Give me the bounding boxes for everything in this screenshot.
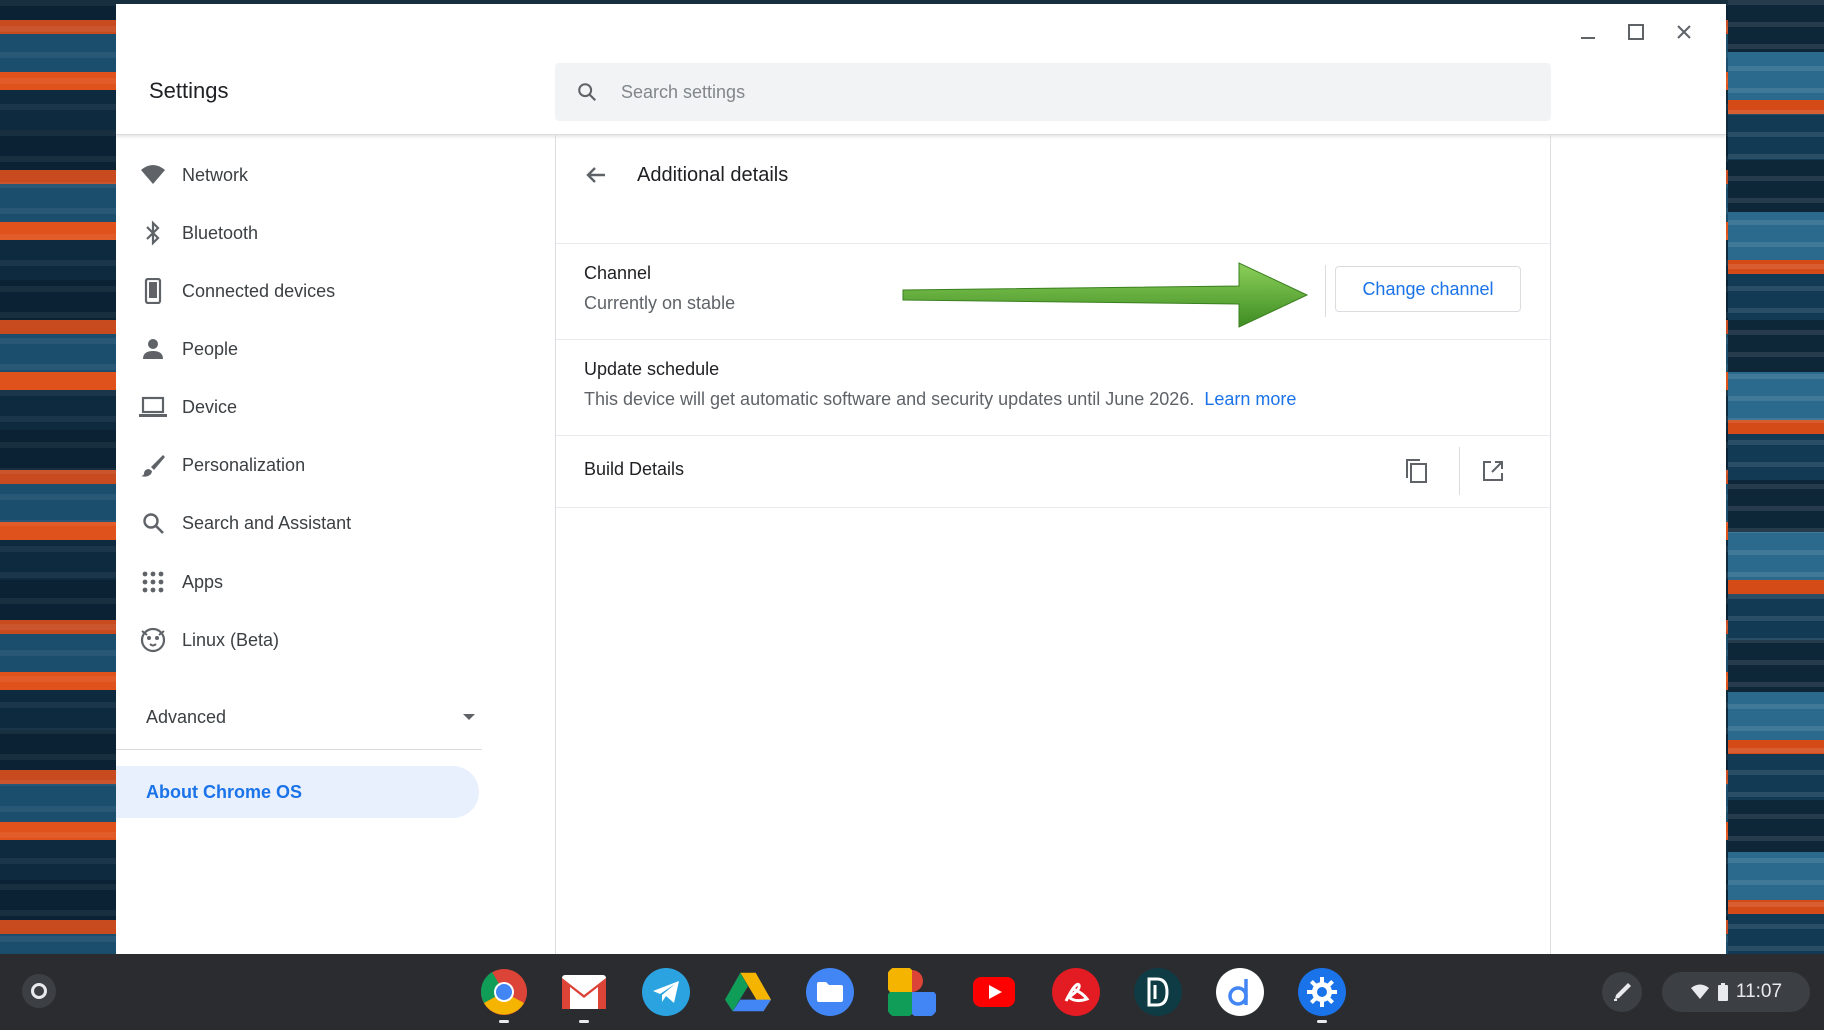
gmail-icon	[562, 975, 606, 1009]
sidebar-item-device[interactable]: Device	[116, 381, 480, 433]
laptop-icon	[116, 396, 182, 418]
wifi-icon	[116, 164, 182, 186]
google-photos-icon	[888, 968, 936, 1016]
sidebar-item-personalization[interactable]: Personalization	[116, 439, 480, 491]
channel-title: Channel	[584, 263, 652, 283]
search-box[interactable]	[555, 63, 1551, 121]
change-channel-button[interactable]: Change channel	[1335, 266, 1521, 312]
status-tray[interactable]: 11:07	[1662, 972, 1810, 1012]
shelf-app-google-photos[interactable]	[888, 968, 936, 1016]
sidebar-item-apps[interactable]: Apps	[116, 556, 480, 608]
sidebar-item-label: Network	[182, 164, 249, 185]
shelf-app-youtube[interactable]	[970, 968, 1018, 1016]
wifi-icon	[1690, 984, 1709, 999]
open-in-new-icon	[1483, 461, 1503, 481]
shelf-app-dashlane[interactable]	[1134, 968, 1182, 1016]
update-schedule-title: Update schedule	[584, 359, 720, 379]
running-indicator	[1317, 1020, 1327, 1023]
acrobat-icon	[1064, 982, 1090, 1003]
channel-separator	[1325, 265, 1326, 317]
apps-grid-icon	[116, 571, 182, 593]
copy-build-details-button[interactable]	[1396, 451, 1436, 491]
gear-icon	[1307, 977, 1337, 1007]
sidebar-item-label: Search and Assistant	[182, 512, 352, 533]
clock-time: 11:07	[1735, 981, 1783, 1002]
shelf-app-chrome[interactable]	[480, 968, 528, 1016]
page-title: Additional details	[637, 164, 789, 186]
chrome-icon	[480, 969, 527, 1015]
running-indicator	[499, 1020, 509, 1023]
copy-icon	[1406, 459, 1427, 483]
sidebar-item-network[interactable]: Network	[116, 149, 480, 201]
open-build-details-button[interactable]	[1473, 451, 1513, 491]
shelf-app-dictionary[interactable]	[1216, 968, 1264, 1016]
dictionary-d-icon	[1228, 979, 1248, 1006]
sidebar-item-linux[interactable]: Linux (Beta)	[116, 614, 480, 666]
google-drive-icon	[724, 972, 772, 1012]
channel-status: Currently on stable	[584, 293, 736, 313]
stylus-tools-button[interactable]	[1602, 972, 1642, 1012]
wallpaper-right-strip	[1728, 0, 1824, 960]
sidebar-divider	[116, 749, 482, 750]
youtube-icon	[973, 977, 1015, 1007]
build-details-row: Build Details	[556, 435, 1550, 508]
update-schedule-row: Update schedule This device will get aut…	[556, 339, 1550, 436]
phone-icon	[116, 278, 182, 304]
battery-icon	[1717, 983, 1728, 1001]
brush-icon	[116, 453, 182, 477]
pen-icon	[1614, 983, 1631, 1001]
sidebar-item-search-and-assistant[interactable]: Search and Assistant	[116, 497, 480, 549]
running-indicator	[579, 1020, 589, 1023]
settings-window: Settings Network Bluetooth Connected d	[116, 4, 1726, 954]
shelf-app-files[interactable]	[806, 968, 854, 1016]
update-schedule-text: This device will get automatic software …	[584, 389, 1296, 410]
sidebar-item-label: Apps	[182, 571, 224, 592]
shelf: 11:07	[0, 954, 1824, 1030]
sidebar-item-label: Device	[182, 396, 238, 417]
telegram-icon	[653, 981, 679, 1003]
green-arrow-annotation	[902, 262, 1309, 328]
search-icon	[116, 511, 182, 535]
person-icon	[116, 338, 182, 360]
additional-details-card: Additional details Channel Currently on …	[555, 135, 1551, 954]
advanced-label: Advanced	[146, 706, 227, 727]
channel-row: Channel Currently on stable Change chann…	[556, 243, 1550, 340]
sidebar-item-label: Bluetooth	[182, 222, 259, 243]
card-header: Additional details	[556, 135, 1550, 244]
launcher-icon	[31, 983, 47, 999]
sidebar-item-label: Personalization	[182, 454, 306, 475]
shelf-app-google-drive[interactable]	[724, 968, 772, 1016]
advanced-section-toggle[interactable]: Advanced	[146, 695, 476, 739]
files-folder-icon	[817, 982, 843, 1002]
sidebar-item-connected-devices[interactable]: Connected devices	[116, 265, 480, 317]
shelf-app-adobe-acrobat[interactable]	[1052, 968, 1100, 1016]
app-title: Settings	[149, 78, 229, 103]
sidebar-item-people[interactable]: People	[116, 323, 480, 375]
sidebar-item-label: Connected devices	[182, 280, 336, 301]
sidebar-item-bluetooth[interactable]: Bluetooth	[116, 207, 480, 259]
search-icon	[555, 81, 619, 103]
chevron-down-icon	[463, 714, 475, 720]
shelf-app-telegram[interactable]	[642, 968, 690, 1016]
bluetooth-icon	[116, 220, 182, 246]
update-schedule-description: This device will get automatic software …	[584, 389, 1195, 409]
dashlane-icon	[1147, 977, 1169, 1007]
learn-more-link[interactable]: Learn more	[1204, 389, 1296, 409]
sidebar: Network Bluetooth Connected devices Peop…	[116, 135, 496, 954]
build-details-separator	[1459, 447, 1460, 495]
sidebar-item-about-chrome-os[interactable]: About Chrome OS	[116, 766, 479, 818]
arrow-back-icon	[586, 167, 605, 183]
sidebar-item-label: People	[182, 338, 239, 359]
back-button[interactable]	[580, 159, 612, 191]
search-input[interactable]	[619, 80, 1483, 104]
settings-header: Settings	[116, 4, 1726, 135]
shelf-app-settings[interactable]	[1298, 968, 1346, 1016]
linux-penguin-icon	[116, 626, 182, 654]
sidebar-item-label: Linux (Beta)	[182, 629, 280, 650]
launcher-button[interactable]	[22, 974, 56, 1008]
shelf-app-gmail[interactable]	[560, 968, 608, 1016]
build-details-title: Build Details	[584, 459, 685, 479]
